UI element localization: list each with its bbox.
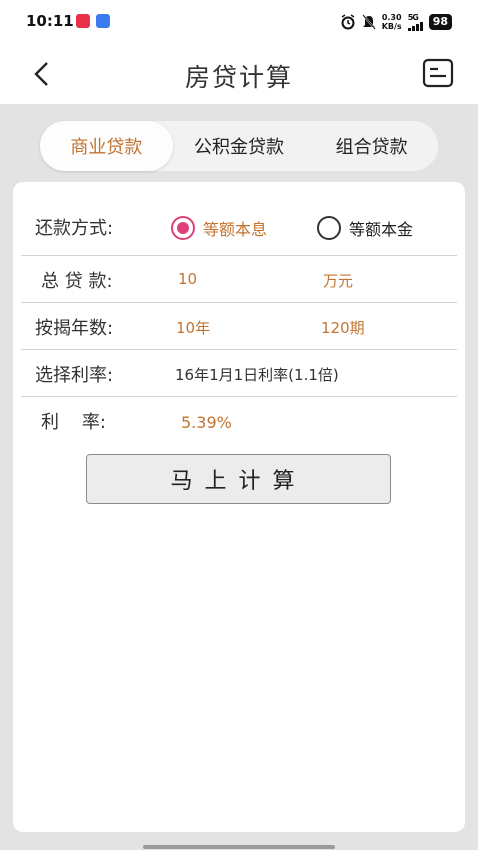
total-loan-input[interactable]: 10 [178, 270, 197, 288]
rate-row: 利 率: 5.39% [21, 398, 457, 444]
status-icons: 0.30 KB/s 5G 98 [340, 12, 452, 32]
radio-equal-installment-label: 等额本息 [203, 220, 268, 239]
repayment-method-row: 还款方式: 等额本息 等额本金 [21, 204, 457, 256]
repayment-method-label: 还款方式: [35, 218, 114, 239]
divider [21, 302, 457, 303]
mute-bell-icon [361, 14, 376, 30]
rate-select-value[interactable]: 16年1月1日利率(1.1倍) [175, 364, 339, 385]
alarm-icon [341, 14, 355, 30]
rate-value[interactable]: 5.39% [181, 413, 232, 432]
mortgage-years-label: 按揭年数: [35, 318, 114, 339]
divider [21, 255, 457, 256]
status-time: 10:11 [26, 12, 74, 30]
home-indicator [143, 845, 335, 849]
divider [21, 349, 457, 350]
history-button[interactable] [422, 58, 454, 88]
header: 房贷计算 [0, 44, 478, 104]
total-loan-unit: 万元 [323, 272, 354, 290]
radio-equal-principal-label: 等额本金 [349, 220, 414, 239]
battery-icon: 98 [428, 14, 452, 30]
rate-select-label: 选择利率: [35, 365, 114, 386]
calculate-button[interactable]: 马上计算 [86, 454, 391, 504]
loan-form-card: 还款方式: 等额本息 等额本金 总 贷 款: 10 万元 按揭年数: 10年 1… [13, 182, 465, 832]
radio-equal-principal[interactable]: 等额本金 [317, 216, 413, 240]
document-list-icon [422, 58, 454, 88]
radio-unselected-icon [317, 216, 341, 240]
tab-commercial-loan[interactable]: 商业贷款 [40, 121, 173, 171]
app-notification-icon [96, 14, 110, 28]
page-title: 房贷计算 [184, 63, 293, 92]
mortgage-periods-value: 120期 [321, 319, 365, 337]
rate-label: 利 率: [41, 412, 106, 433]
mortgage-years-row[interactable]: 按揭年数: 10年 120期 [21, 304, 457, 350]
tab-provident-fund-loan[interactable]: 公积金贷款 [173, 121, 306, 171]
signal-icon: 5G [407, 13, 423, 31]
radio-selected-icon [171, 216, 195, 240]
mortgage-years-value[interactable]: 10年 [176, 317, 210, 338]
radio-equal-installment[interactable]: 等额本息 [171, 216, 267, 240]
rate-select-row[interactable]: 选择利率: 16年1月1日利率(1.1倍) [21, 351, 457, 397]
loan-type-tabs: 商业贷款 公积金贷款 组合贷款 [40, 121, 438, 171]
total-loan-row[interactable]: 总 贷 款: 10 万元 [21, 257, 457, 303]
app-notification-icon [76, 14, 90, 28]
tab-combined-loan[interactable]: 组合贷款 [305, 121, 438, 171]
net-speed: 0.30 KB/s [381, 13, 402, 31]
status-bar: 10:11 0.30 KB/s 5G 98 [0, 0, 478, 44]
total-loan-label: 总 贷 款: [41, 271, 113, 292]
divider [21, 396, 457, 397]
